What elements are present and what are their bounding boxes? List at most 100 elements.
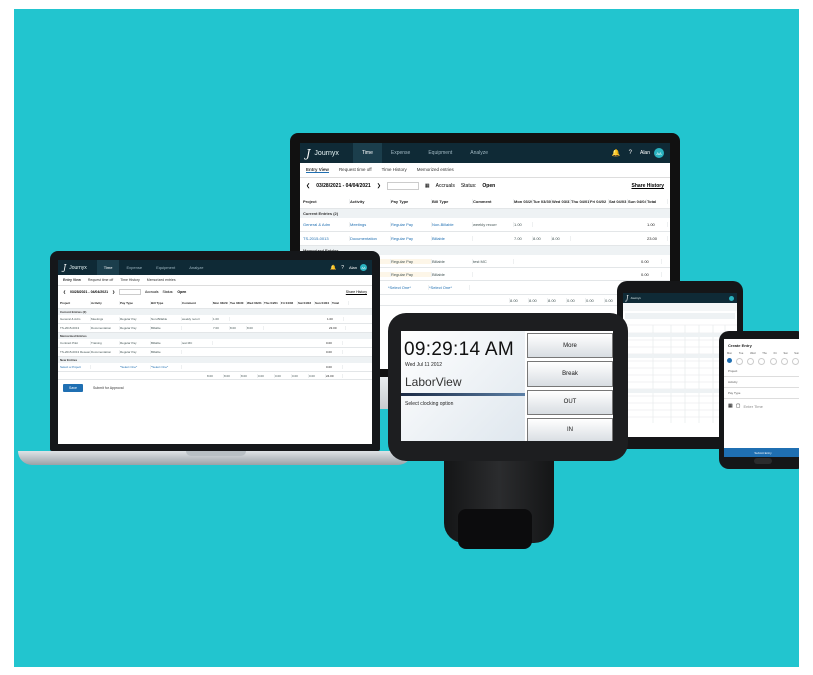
day-label[interactable]: Sun	[794, 352, 799, 355]
more-button[interactable]: More	[527, 333, 613, 359]
comment-cell[interactable]: weekly recurr	[473, 222, 514, 227]
share-history-link[interactable]: Share History	[346, 290, 367, 294]
hours-mon[interactable]: 7.00	[213, 326, 230, 330]
day-label[interactable]: Wed	[750, 352, 755, 355]
bill-type-cell[interactable]: Billable	[151, 350, 182, 354]
save-button[interactable]: Save	[63, 384, 83, 392]
clock-in-button[interactable]: IN	[527, 417, 613, 441]
col-bill-type[interactable]: Bill Type	[151, 301, 182, 305]
activity-cell[interactable]: Meetings	[350, 222, 391, 227]
pay-type-select[interactable]: *Select One*	[388, 285, 429, 290]
document-icon[interactable]: ▢	[736, 403, 741, 409]
break-button[interactable]: Break	[527, 361, 613, 387]
activity-cell[interactable]: Training	[91, 341, 120, 345]
hours-tue[interactable]: 8.00	[230, 326, 247, 330]
project-cell[interactable]: Contract Pilot	[58, 341, 91, 345]
pay-type-select[interactable]: *Select One*	[120, 365, 151, 369]
bill-type-cell[interactable]: Non-Billable	[432, 222, 473, 227]
tab-time-history[interactable]: Time History	[382, 167, 407, 173]
share-history-link[interactable]: Share History	[631, 183, 664, 189]
day-dot[interactable]	[769, 358, 777, 365]
comment-cell[interactable]: weekly recurr	[182, 317, 213, 321]
date-picker-input[interactable]	[386, 182, 419, 190]
clock-out-button[interactable]: OUT	[527, 389, 613, 415]
col-activity[interactable]: Activity	[350, 198, 391, 204]
hours-tue[interactable]: 8.00	[533, 236, 552, 241]
project-cell[interactable]: TS-2015-0013 Research	[58, 350, 91, 354]
col-pay-type[interactable]: Pay Type	[391, 198, 432, 204]
col-comment[interactable]: Comment	[473, 198, 514, 204]
day-dot[interactable]	[758, 358, 766, 365]
nav-tab-analyze[interactable]: Analyze	[461, 143, 497, 163]
pay-type-cell[interactable]: Regular Pay	[391, 258, 432, 264]
bill-type-cell[interactable]: Billable	[151, 341, 182, 345]
hours-mon[interactable]: 7.00	[514, 236, 533, 241]
bill-type-cell[interactable]: Billable	[432, 271, 473, 277]
calendar-icon[interactable]: ▦	[425, 183, 430, 189]
col-activity[interactable]: Activity	[91, 301, 120, 305]
bill-type-select[interactable]: *Select One*	[151, 365, 182, 369]
chevron-left-icon[interactable]: ❮	[306, 183, 310, 189]
comment-cell[interactable]: test MC	[182, 341, 213, 345]
avatar[interactable]	[729, 295, 734, 301]
nav-tab-time[interactable]: Time	[352, 143, 382, 163]
project-cell[interactable]: General & Adm	[300, 222, 350, 227]
chevron-right-icon[interactable]: ❯	[112, 290, 115, 294]
bill-type-cell[interactable]: Billable	[432, 236, 473, 241]
col-project[interactable]: Project	[58, 301, 91, 305]
project-select[interactable]: Select a Project	[58, 365, 91, 369]
date-picker-input[interactable]	[119, 289, 142, 295]
help-icon[interactable]: ?	[341, 265, 344, 271]
tab-time-history[interactable]: Time History	[120, 278, 140, 282]
chevron-left-icon[interactable]: ❮	[63, 290, 66, 294]
activity-cell[interactable]: Documentation	[350, 236, 391, 241]
col-project[interactable]: Project	[300, 198, 350, 204]
hours-mon[interactable]: 1.00	[514, 222, 533, 227]
activity-cell[interactable]: Documentation	[91, 326, 120, 330]
bill-type-cell[interactable]: Billable	[432, 258, 473, 264]
pay-type-field[interactable]: Pay Type	[724, 388, 799, 399]
bell-icon[interactable]: 🔔	[612, 149, 621, 157]
day-dot[interactable]	[780, 358, 788, 365]
nav-tab-equipment[interactable]: Equipment	[149, 260, 182, 275]
col-bill-type[interactable]: Bill Type	[432, 198, 473, 204]
bill-type-cell[interactable]: Billable	[151, 326, 182, 330]
nav-tab-expense[interactable]: Expense	[119, 260, 149, 275]
bill-type-select[interactable]: *Select One*	[429, 285, 470, 290]
day-label[interactable]: Sat	[784, 352, 788, 355]
submit-for-approval-button[interactable]: Submit for Approval	[89, 384, 128, 392]
pay-type-cell[interactable]: Regular Pay	[391, 236, 432, 241]
enter-time-input[interactable]: Enter Time	[743, 404, 762, 409]
day-dot[interactable]	[791, 358, 799, 365]
pay-type-cell[interactable]: Regular Pay	[120, 350, 151, 354]
accruals-link[interactable]: Accruals	[145, 290, 158, 294]
day-dot[interactable]	[736, 358, 744, 365]
activity-cell[interactable]: Meetings	[91, 317, 120, 321]
tab-request-time-off[interactable]: Request time off	[88, 278, 113, 282]
pay-type-cell[interactable]: Regular Pay	[120, 326, 151, 330]
selected-day-dot[interactable]	[727, 358, 732, 363]
tab-entry-view[interactable]: Entry View	[63, 278, 81, 282]
activity-field[interactable]: Activity	[724, 377, 799, 388]
hours-wed[interactable]: 8.00	[552, 236, 571, 241]
nav-tab-expense[interactable]: Expense	[382, 143, 419, 163]
submit-entry-button[interactable]: Submit Entry	[724, 448, 799, 457]
project-field[interactable]: Project	[724, 366, 799, 377]
bill-type-cell[interactable]: Non-Billable	[151, 317, 182, 321]
help-icon[interactable]: ?	[629, 150, 632, 156]
avatar[interactable]: AA	[654, 148, 664, 158]
tab-entry-view[interactable]: Entry View	[306, 167, 329, 173]
hours-wed[interactable]: 8.00	[247, 326, 264, 330]
col-comment[interactable]: Comment	[182, 301, 213, 305]
comment-cell[interactable]: test MC	[473, 258, 514, 264]
project-cell[interactable]: TS-2015-0013	[58, 326, 91, 330]
day-label[interactable]: Thu	[762, 352, 766, 355]
pay-type-cell[interactable]: Regular Pay	[391, 271, 432, 277]
col-pay-type[interactable]: Pay Type	[120, 301, 151, 305]
section-current-entries[interactable]: Current Entries (2)	[300, 209, 670, 218]
day-label[interactable]: Fri	[774, 352, 777, 355]
nav-tab-time[interactable]: Time	[96, 260, 120, 275]
project-cell[interactable]: TS-2015-0013	[300, 236, 350, 241]
calendar-icon[interactable]: ▦	[728, 403, 733, 409]
tab-memorized-entries[interactable]: Memorized entries	[417, 167, 454, 173]
